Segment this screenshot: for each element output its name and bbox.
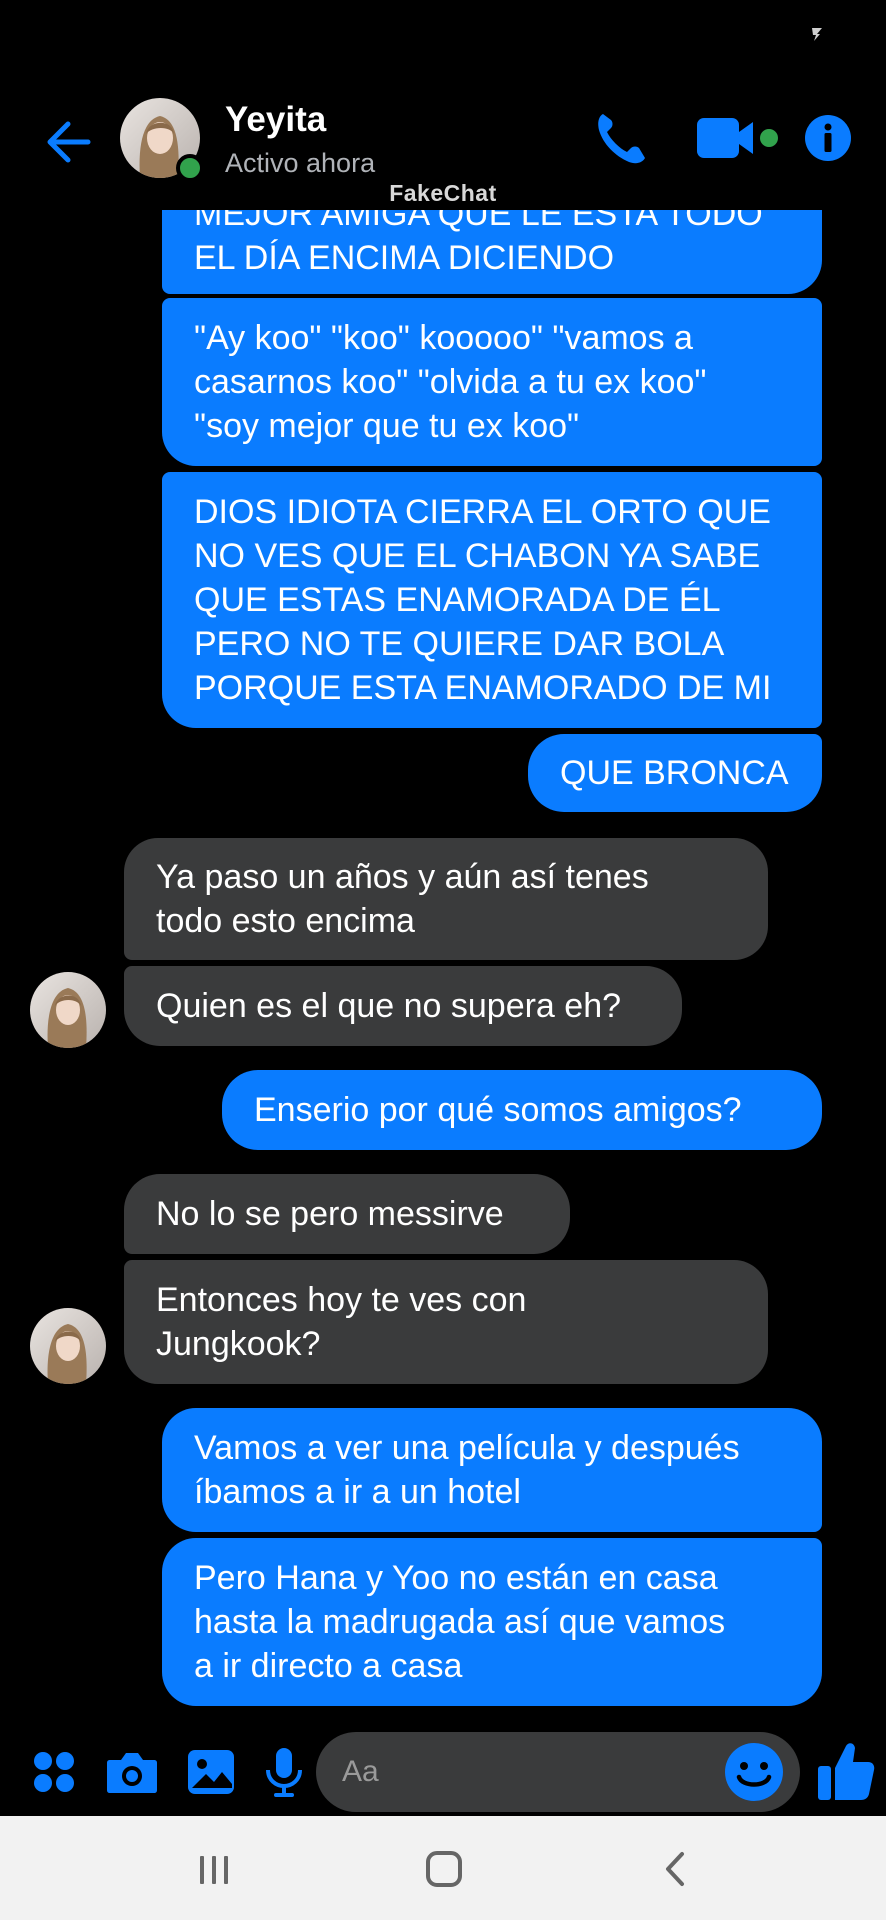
- signal-icon: [812, 28, 822, 41]
- video-camera-icon[interactable]: [693, 112, 783, 164]
- back-button[interactable]: [38, 112, 98, 172]
- message-text: Quien es el que no supera eh?: [156, 987, 622, 1025]
- incoming-message[interactable]: Entonces hoy te ves con Jungkook?: [124, 1260, 768, 1384]
- watermark: FakeChat: [389, 180, 497, 206]
- message-input-field[interactable]: [316, 1732, 800, 1812]
- home-icon[interactable]: [414, 1844, 474, 1894]
- contact-status: Activo ahora: [225, 148, 376, 178]
- info-icon[interactable]: [804, 114, 852, 162]
- message-text: "Ay koo" "koo" kooooo" "vamos a casarnos…: [194, 319, 707, 445]
- back-nav-icon[interactable]: [646, 1844, 706, 1894]
- camera-icon[interactable]: [104, 1744, 160, 1800]
- message-text: Enserio por qué somos amigos?: [254, 1091, 742, 1129]
- contact-avatar-wrap[interactable]: [120, 98, 204, 182]
- outgoing-message[interactable]: "Ay koo" "koo" kooooo" "vamos a casarnos…: [162, 298, 822, 466]
- system-navigation-bar: [0, 1816, 886, 1920]
- message-text: Entonces hoy te ves con Jungkook?: [156, 1281, 527, 1363]
- outgoing-message[interactable]: DIOS IDIOTA CIERRA EL ORTO QUE NO VES QU…: [162, 472, 822, 728]
- incoming-message[interactable]: Ya paso un años y aún así tenes todo est…: [124, 838, 768, 960]
- outgoing-message[interactable]: MEJOR AMIGA QUE LE ESTA TODO EL DÍA ENCI…: [162, 210, 822, 294]
- sender-avatar[interactable]: [30, 1308, 106, 1384]
- online-indicator: [176, 154, 204, 182]
- phone-icon[interactable]: [593, 108, 649, 168]
- outgoing-message[interactable]: Pero Hana y Yoo no están en casa hasta l…: [162, 1538, 822, 1706]
- thumbs-up-icon[interactable]: [816, 1738, 876, 1804]
- incoming-message[interactable]: Quien es el que no supera eh?: [124, 966, 682, 1046]
- message-composer: [0, 1728, 886, 1816]
- message-text: Ya paso un años y aún así tenes todo est…: [156, 858, 649, 940]
- microphone-icon[interactable]: [256, 1744, 312, 1800]
- message-list: MEJOR AMIGA QUE LE ESTA TODO EL DÍA ENCI…: [0, 210, 886, 1730]
- contact-name[interactable]: Yeyita: [225, 100, 326, 140]
- message-text: MEJOR AMIGA QUE LE ESTA TODO EL DÍA ENCI…: [194, 210, 763, 277]
- message-text: QUE BRONCA: [560, 754, 789, 792]
- outgoing-message[interactable]: Vamos a ver una película y después íbamo…: [162, 1408, 822, 1532]
- outgoing-message[interactable]: QUE BRONCA: [528, 734, 822, 812]
- message-text: Vamos a ver una película y después íbamo…: [194, 1429, 740, 1511]
- sender-avatar[interactable]: [30, 972, 106, 1048]
- grid-dots-icon[interactable]: [26, 1744, 82, 1800]
- status-bar: [0, 0, 886, 80]
- message-text: Pero Hana y Yoo no están en casa hasta l…: [194, 1559, 726, 1685]
- chat-header: Yeyita Activo ahora FakeChat: [0, 80, 886, 210]
- image-icon[interactable]: [184, 1744, 240, 1800]
- message-input[interactable]: [342, 1732, 702, 1812]
- message-text: DIOS IDIOTA CIERRA EL ORTO QUE NO VES QU…: [194, 493, 772, 707]
- message-text: No lo se pero messirve: [156, 1195, 504, 1233]
- incoming-message[interactable]: No lo se pero messirve: [124, 1174, 570, 1254]
- outgoing-message[interactable]: Enserio por qué somos amigos?: [222, 1070, 822, 1150]
- smiley-icon[interactable]: [722, 1740, 786, 1804]
- recent-apps-icon[interactable]: [184, 1844, 244, 1894]
